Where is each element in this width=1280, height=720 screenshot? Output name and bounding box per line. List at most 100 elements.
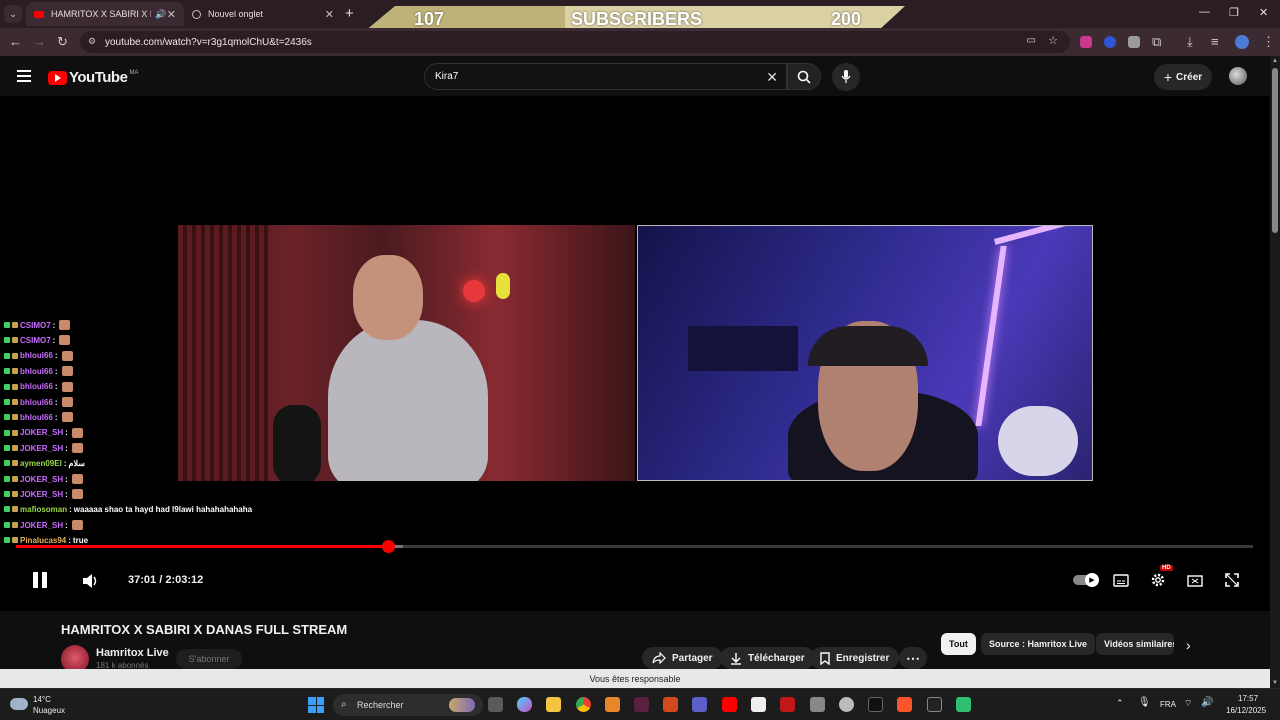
chat-separator: : — [68, 535, 71, 545]
input-language[interactable]: FRA — [1160, 700, 1176, 709]
autoplay-toggle[interactable]: ▶ — [1073, 573, 1099, 587]
restore-icon[interactable]: ❐ — [1229, 6, 1239, 19]
app-icon[interactable] — [634, 697, 649, 712]
volume-tray-icon[interactable]: 🔊 — [1201, 697, 1213, 708]
youtube-app-icon[interactable] — [722, 697, 737, 712]
app-icon[interactable] — [956, 697, 971, 712]
task-view-icon[interactable] — [488, 697, 503, 712]
extensions-puzzle-icon[interactable]: ⧉ — [1152, 34, 1161, 50]
close-tab-icon[interactable]: ✕ — [167, 8, 176, 21]
site-info-icon[interactable]: ⚙ — [88, 36, 96, 47]
scroll-up-icon[interactable]: ▲ — [1272, 58, 1278, 64]
chrome-icon[interactable] — [576, 697, 591, 712]
address-bar[interactable]: ⚙ youtube.com/watch?v=r3g1qmolChU&t=2436… — [80, 31, 1070, 53]
browser-menu-icon[interactable]: ⋮ — [1262, 34, 1275, 50]
close-tab-icon[interactable]: ✕ — [325, 8, 334, 21]
weather-cloud-icon[interactable] — [10, 698, 28, 710]
bookmark-icon — [820, 651, 830, 665]
tray-mic-icon[interactable]: 🎙 — [1138, 697, 1151, 708]
chip-similar[interactable]: Vidéos similaires — [1096, 633, 1174, 655]
settings-button[interactable]: HD — [1150, 565, 1173, 593]
file-explorer-icon[interactable] — [546, 697, 561, 712]
app-icon[interactable] — [810, 697, 825, 712]
search-button[interactable] — [787, 63, 821, 90]
minimize-icon[interactable]: — — [1199, 6, 1210, 18]
extension-icon[interactable] — [1080, 36, 1092, 48]
pause-button[interactable] — [32, 571, 48, 594]
chat-message: bhloul66: — [4, 397, 73, 407]
app-icon[interactable] — [663, 697, 678, 712]
seek-bar[interactable] — [16, 540, 1253, 553]
weather-description[interactable]: Nuageux — [33, 706, 65, 715]
window-close-icon[interactable]: ✕ — [1259, 6, 1268, 19]
chat-separator: : — [52, 335, 56, 345]
scrollbar-thumb[interactable] — [1272, 68, 1278, 233]
wifi-icon[interactable]: ⌔ — [1184, 698, 1192, 709]
clock-time[interactable]: 17:57 — [1238, 694, 1258, 703]
hamburger-menu-icon[interactable] — [17, 70, 31, 85]
theater-mode-button[interactable] — [1187, 574, 1203, 592]
scroll-down-icon[interactable]: ▼ — [1272, 680, 1278, 686]
notice-bar: Vous êtes responsable — [0, 669, 1270, 688]
teams-icon[interactable] — [692, 697, 707, 712]
forward-icon[interactable]: → — [33, 34, 46, 49]
cast-icon[interactable]: ▭ — [1027, 35, 1036, 46]
bookmark-star-icon[interactable]: ☆ — [1048, 34, 1058, 47]
tab-title: Nouvel onglet — [208, 9, 264, 19]
clear-search-icon[interactable]: ✕ — [766, 69, 778, 86]
chat-emote — [59, 320, 71, 330]
chat-emote — [61, 366, 73, 377]
clock-date[interactable]: 16/12/2025 — [1226, 706, 1266, 715]
profile-avatar[interactable] — [1235, 35, 1249, 49]
youtube-play-icon — [48, 70, 67, 85]
chat-emote — [71, 520, 83, 531]
media-control-icon[interactable]: ≡ — [1211, 34, 1219, 49]
chat-emote — [71, 489, 83, 500]
download-icon[interactable]: ⤓ — [1187, 34, 1193, 50]
search-input[interactable]: Kira7 ✕ — [424, 63, 787, 90]
share-button[interactable]: Partager — [642, 647, 723, 669]
app-icon[interactable] — [751, 697, 766, 712]
tab-youtube[interactable]: HAMRITOX X SABIRI X DAN 🔊 ✕ — [26, 2, 184, 26]
copilot-icon[interactable] — [517, 697, 532, 712]
subscribe-button[interactable]: S'abonner — [176, 649, 242, 669]
weather-temperature[interactable]: 14°C — [33, 695, 51, 704]
chat-message: JOKER_SH: — [4, 520, 83, 531]
extension-icon[interactable] — [1104, 36, 1116, 48]
channel-name[interactable]: Hamritox Live — [96, 647, 169, 659]
more-actions-button[interactable]: ⋯ — [899, 647, 927, 669]
app-icon[interactable] — [605, 697, 620, 712]
back-icon[interactable]: ← — [9, 34, 22, 49]
tab-new[interactable]: Nouvel onglet ✕ — [184, 2, 342, 26]
tradingview-icon[interactable] — [927, 697, 942, 712]
chat-badge-icon — [12, 352, 18, 359]
save-button[interactable]: Enregistrer — [810, 647, 900, 669]
youtube-logo[interactable]: YouTube MA — [48, 69, 138, 86]
app-icon[interactable] — [780, 697, 795, 712]
tab-list-button[interactable]: ⌄ — [4, 5, 22, 23]
account-avatar[interactable] — [1229, 67, 1247, 85]
tray-chevron-icon[interactable]: ⌃ — [1116, 698, 1124, 709]
voice-search-button[interactable] — [832, 63, 860, 91]
reload-icon[interactable]: ↻ — [57, 34, 68, 50]
volume-button[interactable] — [82, 573, 100, 594]
subtitles-button[interactable] — [1113, 574, 1129, 592]
extension-icon[interactable] — [1128, 36, 1140, 48]
chip-source[interactable]: Source : Hamritox Live — [981, 633, 1096, 655]
chip-all[interactable]: Tout — [941, 633, 976, 655]
steam-icon[interactable] — [839, 697, 854, 712]
app-icon[interactable] — [868, 697, 883, 712]
taskbar-search[interactable]: ⌕ Rechercher — [333, 694, 483, 716]
new-tab-button[interactable]: + — [345, 5, 354, 22]
page-scrollbar[interactable]: ▲ ▼ — [1270, 56, 1280, 688]
fullscreen-button[interactable] — [1225, 573, 1239, 592]
shelf — [688, 326, 798, 371]
chat-badge-icon — [12, 460, 18, 467]
more-horizontal-icon: ⋯ — [906, 650, 920, 666]
windows-start-icon[interactable] — [308, 697, 324, 713]
brave-icon[interactable] — [897, 697, 912, 712]
create-button[interactable]: + Créer — [1154, 64, 1212, 90]
download-button[interactable]: Télécharger — [720, 647, 815, 669]
chips-next-icon[interactable]: › — [1186, 637, 1191, 653]
chat-badge-icon — [4, 476, 10, 482]
